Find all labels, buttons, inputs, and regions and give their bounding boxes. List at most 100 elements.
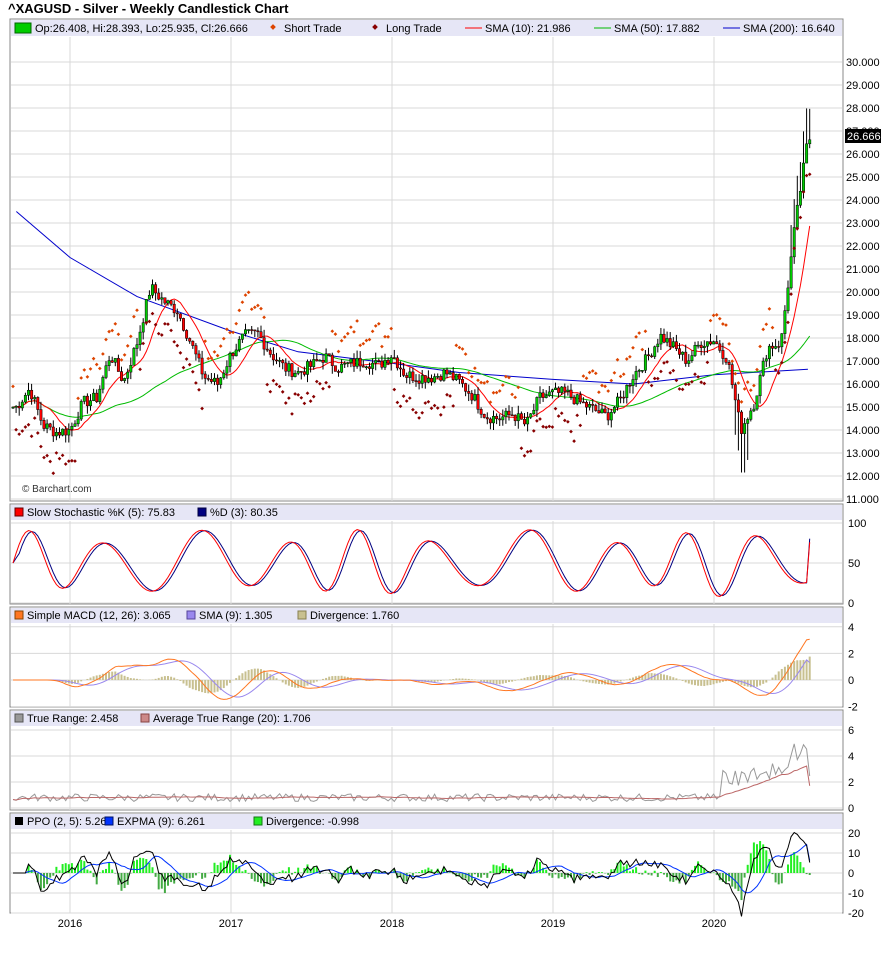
candle-body	[606, 412, 610, 421]
candle-body	[454, 374, 458, 380]
candle-body	[42, 420, 46, 429]
macd-div-swatch	[297, 610, 307, 620]
candle-body	[197, 353, 201, 359]
candle-body	[780, 333, 784, 348]
y-tick-label: 17.000	[846, 356, 880, 368]
candle-body	[324, 353, 328, 363]
candle-body	[699, 344, 703, 348]
candle-body	[343, 362, 347, 365]
y-tick-label: 25.000	[846, 172, 880, 184]
candle-body	[157, 292, 161, 300]
candle-body	[585, 402, 588, 408]
candle-body	[566, 389, 570, 392]
candle-body	[17, 405, 21, 409]
candle-body	[364, 366, 368, 368]
candle-body	[240, 333, 244, 340]
candle-body	[296, 371, 300, 374]
candle-body	[185, 330, 189, 339]
k-swatch	[14, 507, 24, 517]
y-tick-label: 20	[848, 828, 860, 840]
candle-body	[76, 418, 80, 425]
candle-body	[569, 389, 573, 398]
candle-body	[222, 372, 226, 379]
candle-body	[172, 303, 176, 314]
candle-body	[647, 354, 650, 357]
candle-body	[132, 348, 136, 366]
candle-body	[532, 409, 536, 415]
candle-body	[746, 419, 750, 424]
candle-body	[166, 300, 170, 304]
legend-tr: True Range: 2.458	[27, 713, 118, 725]
candle-body	[733, 384, 737, 401]
candle-body	[144, 299, 148, 324]
candle-body	[299, 371, 303, 373]
candle-body	[510, 414, 514, 417]
candle-body	[715, 341, 719, 345]
candle-body	[665, 338, 669, 343]
y-tick-label: 24.000	[846, 195, 880, 207]
candle-body	[61, 428, 65, 436]
candle-body	[107, 360, 111, 367]
candle-body	[544, 395, 548, 398]
candle-body	[138, 331, 142, 345]
candle-body	[135, 344, 139, 349]
watermark: © Barchart.com	[22, 484, 92, 495]
x-tick-label: 2017	[219, 918, 243, 930]
candle-body	[693, 345, 697, 356]
candle-body	[154, 284, 158, 294]
candle-body	[371, 362, 375, 369]
candle-body	[408, 371, 412, 378]
macd-swatch	[14, 610, 24, 620]
candle-body	[160, 297, 164, 300]
candle-body	[467, 391, 471, 394]
x-tick-label: 2019	[541, 918, 565, 930]
candle-body	[755, 395, 759, 410]
candle-body	[290, 363, 294, 377]
candle-body	[612, 407, 616, 413]
candle-body	[578, 394, 582, 403]
candle-body	[501, 416, 505, 421]
candle-body	[436, 376, 440, 378]
y-tick-label: 26.000	[846, 149, 880, 161]
candle-body	[405, 375, 409, 378]
candle-body	[11, 406, 15, 409]
candle-body	[637, 370, 641, 372]
legend-atr: Average True Range (20): 1.706	[153, 713, 311, 725]
candle-body	[795, 204, 799, 228]
candle-body	[163, 297, 167, 304]
candle-body	[643, 354, 647, 371]
candle-body	[244, 329, 247, 335]
legend-macd-div: Divergence: 1.760	[310, 610, 399, 622]
candle-body	[498, 418, 502, 421]
candle-body	[39, 409, 43, 421]
candle-body	[209, 379, 213, 382]
candle-body	[253, 329, 257, 332]
candle-body	[101, 377, 105, 390]
candle-body	[275, 359, 278, 362]
y-tick-label: 12.000	[846, 471, 880, 483]
candle-body	[473, 394, 477, 401]
y-tick-label: -20	[848, 908, 864, 920]
candle-body	[417, 380, 421, 384]
candle-body	[507, 410, 511, 416]
candle-body	[538, 392, 542, 398]
candle-body	[457, 374, 461, 380]
candle-body	[448, 372, 452, 375]
legend-macd: Simple MACD (12, 26): 3.065	[27, 610, 171, 622]
candle-body	[374, 360, 378, 364]
candle-body	[433, 376, 437, 383]
macd-y-axis: -2 0 2 4	[848, 622, 858, 714]
candle-body	[271, 354, 275, 361]
y-tick-label: 23.000	[846, 218, 880, 230]
expma-swatch	[104, 816, 114, 826]
legend-long-trade: Long Trade	[386, 23, 442, 35]
x-tick-label: 2020	[702, 918, 726, 930]
y-tick-label: 15.000	[846, 402, 880, 414]
candle-body	[346, 362, 350, 364]
candle-body	[631, 379, 635, 387]
candle-body	[104, 365, 108, 378]
candle-body	[705, 341, 709, 347]
candle-body	[718, 343, 722, 351]
candle-body	[736, 399, 740, 413]
legend-stoch-k: Slow Stochastic %K (5): 75.83	[27, 507, 175, 519]
